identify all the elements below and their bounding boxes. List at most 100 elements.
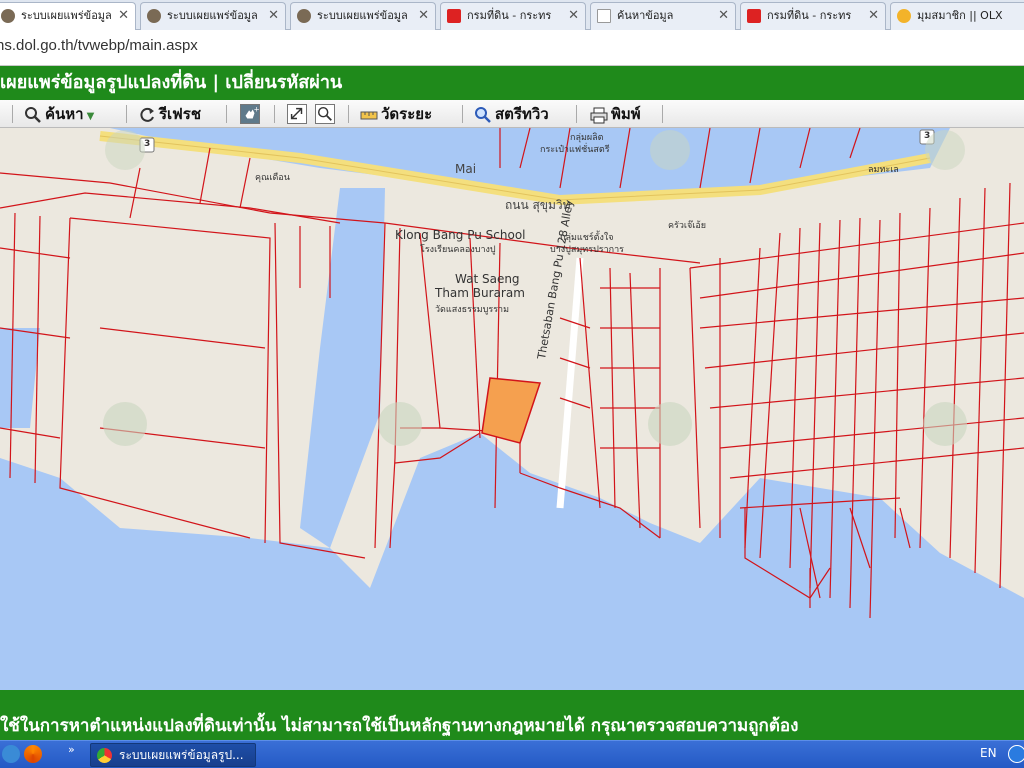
refresh-icon <box>140 107 154 122</box>
tab-label: กรมที่ดิน - กระทร <box>767 9 852 22</box>
ruler-icon <box>360 111 378 119</box>
browser-tab-3[interactable]: ระบบเผยแพร่ข้อมูล ✕ <box>290 2 436 30</box>
search-button[interactable]: ค้นหา ▼ <box>24 103 94 125</box>
map-label-restaurant: ครัวเจ๊เอ้ย <box>668 221 707 231</box>
browser-tab-6[interactable]: กรมที่ดิน - กระทร ✕ <box>740 2 886 30</box>
close-icon[interactable]: ✕ <box>418 3 429 29</box>
close-icon[interactable]: ✕ <box>268 3 279 29</box>
water-pond <box>0 328 40 428</box>
map-label-wat-1: Wat Saeng <box>455 272 520 286</box>
taskbar-window-button[interactable]: ระบบเผยแพร่ข้อมูลรูป... <box>90 743 256 767</box>
measure-label: วัดระยะ <box>381 105 433 123</box>
toolbar-divider <box>348 105 349 123</box>
map-label-temple-pink-2: บางปูสมุทรปราการ <box>550 245 625 255</box>
tab-label: ระบบเผยแพร่ข้อมูล <box>317 9 408 22</box>
firefox-icon[interactable] <box>24 745 42 763</box>
dol-seal-watermark <box>103 402 147 446</box>
disclaimer-text: ใช้ในการหาตำแหน่งแปลงที่ดินเท่านั้น ไม่ส… <box>0 716 799 736</box>
tab-label: มุมสมาชิก || OLX <box>917 9 1003 22</box>
dol-seal-icon <box>147 9 161 23</box>
map-label-kuntuen: คุณเดือน <box>255 173 290 183</box>
tab-label: กรมที่ดิน - กระทร <box>467 9 552 22</box>
dol-seal-watermark <box>923 402 967 446</box>
close-icon[interactable]: ✕ <box>118 3 129 29</box>
streetview-button[interactable]: สตรีทวิว <box>474 103 549 125</box>
address-bar[interactable]: ns.dol.go.th/tvwebp/main.aspx <box>0 30 1024 66</box>
search-icon <box>25 106 41 123</box>
map-label-school: Klong Bang Pu School <box>395 228 526 242</box>
map-toolbar: ค้นหา▼ รีเฟรช + วัดระยะ สตรีทวิว พิมพ์ <box>0 100 1024 128</box>
dol-seal-watermark <box>648 402 692 446</box>
water-channel <box>300 188 385 548</box>
ie-icon[interactable] <box>2 745 20 763</box>
water-sea <box>0 433 1024 690</box>
url-text[interactable]: ns.dol.go.th/tvwebp/main.aspx <box>0 37 198 54</box>
search-label: ค้นหา <box>45 105 84 123</box>
dol-seal-watermark <box>650 130 690 170</box>
pan-tool-button[interactable]: + <box>240 104 260 124</box>
browser-tab-4[interactable]: กรมที่ดิน - กระทร ✕ <box>440 2 586 30</box>
refresh-button[interactable]: รีเฟรช <box>138 103 201 125</box>
hand-icon: + <box>245 104 260 119</box>
map-label-school-th: โรงเรียนคลองบางปู <box>420 245 496 255</box>
chevron-double-right-icon[interactable]: » <box>68 743 75 756</box>
browser-tab-7[interactable]: มุมสมาชิก || OLX <box>890 2 1024 30</box>
route-number-2: 3 <box>924 131 931 141</box>
expand-icon <box>290 107 303 120</box>
tab-label: ค้นหาข้อมูล <box>617 9 674 22</box>
map-label-shop2: กระเป๋าแฟชั่นสตรี <box>540 145 610 155</box>
printer-icon <box>590 107 608 123</box>
help-icon[interactable] <box>1008 745 1024 763</box>
toolbar-divider <box>226 105 227 123</box>
dol-seal-watermark <box>378 402 422 446</box>
toolbar-divider <box>12 105 13 123</box>
zoom-box-button[interactable] <box>315 104 335 124</box>
browser-tab-strip: ระบบเผยแพร่ข้อมูล ✕ ระบบเผยแพร่ข้อมูล ✕ … <box>0 0 1024 31</box>
os-taskbar: » ระบบเผยแพร่ข้อมูลรูป... EN <box>0 740 1024 768</box>
language-indicator[interactable]: EN <box>980 746 997 760</box>
dol-seal-watermark <box>925 130 965 170</box>
dol-seal-icon <box>1 9 15 23</box>
browser-tab-1[interactable]: ระบบเผยแพร่ข้อมูล ✕ <box>0 2 136 31</box>
app-header: เผยแพร่ข้อมูลรูปแปลงที่ดิน | เปลี่ยนรหัส… <box>0 66 1024 100</box>
svg-text:+: + <box>254 105 259 113</box>
water-canal <box>110 128 950 198</box>
full-extent-button[interactable] <box>287 104 307 124</box>
zoom-icon <box>317 106 332 121</box>
print-button[interactable]: พิมพ์ <box>590 103 641 125</box>
map-label-wat-2: Tham Buraram <box>435 286 525 300</box>
toolbar-divider <box>662 105 663 123</box>
map-label-wat-th: วัดแสงธรรมบูรราม <box>435 305 510 315</box>
refresh-label: รีเฟรช <box>159 105 202 123</box>
app-title[interactable]: เผยแพร่ข้อมูลรูปแปลงที่ดิน | เปลี่ยนรหัส… <box>0 72 342 93</box>
chrome-icon <box>97 748 112 763</box>
map-label-mai: Mai <box>455 162 477 176</box>
tab-label: ระบบเผยแพร่ข้อมูล <box>167 9 258 22</box>
close-icon[interactable]: ✕ <box>568 3 579 29</box>
browser-tab-5[interactable]: ค้นหาข้อมูล ✕ <box>590 2 736 30</box>
browser-tab-2[interactable]: ระบบเผยแพร่ข้อมูล ✕ <box>140 2 286 30</box>
map-label-shop3: ลมทะเล <box>868 165 899 175</box>
route-number: 3 <box>144 139 151 149</box>
close-icon[interactable]: ✕ <box>718 3 729 29</box>
disclaimer-banner: ใช้ในการหาตำแหน่งแปลงที่ดินเท่านั้น ไม่ส… <box>0 690 1024 740</box>
print-label: พิมพ์ <box>611 105 641 123</box>
alley-road <box>556 257 584 509</box>
streetview-search-icon <box>475 106 491 123</box>
chevron-down-icon: ▼ <box>86 111 95 122</box>
olx-icon <box>897 9 911 23</box>
toolbar-divider <box>126 105 127 123</box>
tab-label: ระบบเผยแพร่ข้อมูล <box>21 9 111 22</box>
map-canvas[interactable]: Mai ถนน สุขุมวิท Klong Bang Pu School โร… <box>0 128 1024 690</box>
page-icon <box>597 9 611 23</box>
selected-parcel[interactable] <box>481 377 542 444</box>
close-icon[interactable]: ✕ <box>868 3 879 29</box>
dol-seal-watermark <box>105 130 145 170</box>
toolbar-divider <box>576 105 577 123</box>
dol-red-icon <box>447 9 461 23</box>
toolbar-divider <box>274 105 275 123</box>
measure-button[interactable]: วัดระยะ <box>360 103 432 125</box>
taskbar-window-label: ระบบเผยแพร่ข้อมูลรูป... <box>119 748 244 762</box>
dol-red-icon <box>747 9 761 23</box>
streetview-label: สตรีทวิว <box>495 105 549 123</box>
